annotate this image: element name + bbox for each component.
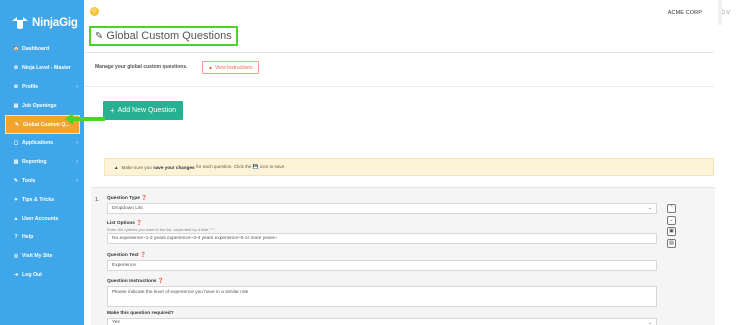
chevron-left-icon: ‹ bbox=[76, 83, 78, 90]
question-type-select[interactable]: Dropdown List ⌄ bbox=[107, 203, 657, 214]
list-options-hint: Enter the options you want in the list, … bbox=[107, 227, 216, 232]
delete-icon[interactable]: ▤ bbox=[667, 238, 676, 248]
sidebar-item-icon: ✎ bbox=[13, 177, 19, 184]
notification-icon[interactable]: ☺ bbox=[90, 7, 99, 16]
warning-icon: ▲ bbox=[208, 64, 213, 71]
warning-icon: ▲ bbox=[114, 164, 119, 170]
question-actions: ⌃ ⌄ ▣ ▤ bbox=[667, 204, 677, 250]
list-options-label: List Options ❓ bbox=[107, 221, 143, 226]
sidebar-item-log-out[interactable]: ⇥ Log Out bbox=[0, 266, 84, 285]
chevron-left-icon: ‹ bbox=[76, 158, 78, 165]
question-type-label: Question Type ❓ bbox=[107, 196, 148, 201]
save-icon[interactable]: ▣ bbox=[667, 227, 676, 236]
sidebar-item-label: Visit My Site bbox=[22, 253, 53, 260]
required-label: Make this question required? bbox=[107, 311, 174, 316]
sidebar-item-icon: ▥ bbox=[13, 159, 19, 166]
page-title: Global Custom Questions bbox=[106, 30, 232, 42]
sidebar-item-label: Profile bbox=[22, 83, 39, 90]
sidebar-item-tools[interactable]: ✎ Tools ‹ bbox=[0, 172, 84, 191]
chevron-down-icon: ⌄ bbox=[647, 320, 652, 325]
brand-logo[interactable]: NinjaGig bbox=[10, 13, 78, 33]
sidebar-item-reporting[interactable]: ▥ Reporting ‹ bbox=[0, 153, 84, 172]
sidebar-item-user-accounts[interactable]: ▲ User Accounts bbox=[0, 209, 84, 228]
ninja-logo-icon bbox=[12, 17, 28, 29]
question-instructions-value: Please indicate the level of experience … bbox=[112, 290, 249, 295]
question-instructions-label: Question Instructions ❓ bbox=[107, 279, 164, 284]
sidebar-item-icon: ◎ bbox=[13, 253, 19, 260]
sidebar-item-label: User Accounts bbox=[22, 215, 59, 222]
green-arrow-annotation bbox=[65, 113, 105, 125]
sidebar-item-icon: ⇥ bbox=[13, 271, 19, 278]
sidebar-item-label: Job Openings bbox=[22, 102, 57, 109]
chevron-down-icon: ⌄ bbox=[647, 205, 652, 211]
view-instructions-label: View Instructions bbox=[214, 64, 253, 71]
add-new-question-label: Add New Question bbox=[117, 107, 177, 114]
company-name[interactable]: ACME CORP bbox=[668, 10, 702, 16]
sidebar-item-label: Reporting bbox=[22, 159, 47, 166]
question-number: 1. bbox=[95, 197, 100, 203]
app-window: NinjaGig 🏠 Dashboard ⚙ Ninja Level - Master… bbox=[0, 0, 736, 325]
view-instructions-button[interactable]: ▲ View Instructions bbox=[202, 61, 259, 74]
sidebar-item-label: Applications bbox=[22, 140, 54, 147]
question-text-value: Experience bbox=[112, 263, 136, 268]
chevron-left-icon: ‹ bbox=[76, 139, 78, 146]
sidebar-item-profile[interactable]: ⚙ Profile ‹ bbox=[0, 78, 84, 97]
list-options-value: No experience~1-2 years experience~3-4 y… bbox=[112, 236, 278, 241]
sidebar-item-label: Tips & Tricks bbox=[22, 196, 55, 203]
sidebar: NinjaGig 🏠 Dashboard ⚙ Ninja Level - Master… bbox=[0, 0, 84, 325]
page-title-box: ✎ Global Custom Questions bbox=[89, 26, 238, 46]
sidebar-item-icon: ⚙ bbox=[13, 65, 19, 72]
question-text-label: Question Text ❓ bbox=[107, 253, 146, 258]
chevron-left-icon: ‹ bbox=[76, 177, 78, 184]
plus-icon: + bbox=[109, 106, 115, 115]
edit-icon: ✎ bbox=[95, 30, 104, 42]
sidebar-item-ninja-level-master[interactable]: ⚙ Ninja Level - Master bbox=[0, 59, 84, 78]
required-select[interactable]: Yes ⌄ bbox=[107, 318, 657, 325]
sidebar-item-label: Global Custom Q... bbox=[23, 121, 70, 128]
main-content: ✎ Global Custom Questions Manage your gl… bbox=[84, 25, 736, 325]
sidebar-item-tips-tricks[interactable]: ✦ Tips & Tricks bbox=[0, 190, 84, 209]
sidebar-item-label: Ninja Level - Master bbox=[22, 65, 71, 72]
alert-suffix: for each question. Click the 💾 icon to s… bbox=[196, 164, 286, 169]
list-options-input[interactable]: No experience~1-2 years experience~3-4 y… bbox=[107, 233, 657, 244]
sidebar-item-visit-my-site[interactable]: ◎ Visit My Site bbox=[0, 247, 84, 266]
sidebar-item-dashboard[interactable]: 🏠 Dashboard bbox=[0, 40, 84, 59]
sidebar-item-label: Tools bbox=[22, 177, 36, 184]
sidebar-item-label: Log Out bbox=[22, 271, 42, 278]
alert-bold: save your changes bbox=[153, 164, 195, 170]
sidebar-item-applications[interactable]: ▢ Applications ‹ bbox=[0, 134, 84, 153]
sidebar-item-label: Dashboard bbox=[22, 46, 50, 53]
add-new-question-button[interactable]: + Add New Question bbox=[103, 101, 183, 120]
sidebar-item-icon: 🏠 bbox=[13, 46, 20, 53]
sidebar-item-icon: ▢ bbox=[13, 140, 19, 147]
move-down-icon[interactable]: ⌄ bbox=[667, 215, 676, 225]
sidebar-nav: 🏠 Dashboard ⚙ Ninja Level - Master ⚙ Profile ‹… bbox=[0, 40, 84, 284]
sidebar-item-icon: ⚙ bbox=[13, 83, 19, 90]
question-panel: 1. Question Type ❓ Dropdown List ⌄ List … bbox=[91, 187, 715, 325]
save-reminder-alert: ▲ Make sure you save your changes for ea… bbox=[104, 158, 714, 176]
alert-prefix: Make sure you bbox=[121, 164, 152, 170]
sidebar-item-help[interactable]: ? Help bbox=[0, 228, 84, 247]
divider bbox=[84, 52, 714, 53]
sidebar-item-icon: ? bbox=[14, 234, 18, 241]
sidebar-item-label: Help bbox=[22, 234, 34, 241]
brand-name: NinjaGig bbox=[32, 17, 78, 29]
top-bar: ☺ ACME CORP ⏻ V bbox=[84, 0, 736, 25]
sidebar-item-icon: ✎ bbox=[14, 121, 20, 128]
move-up-icon[interactable]: ⌃ bbox=[667, 204, 676, 213]
question-text-input[interactable]: Experience bbox=[107, 260, 657, 271]
sidebar-item-icon: ✦ bbox=[13, 196, 19, 203]
divider bbox=[84, 86, 714, 87]
required-value: Yes bbox=[112, 320, 120, 325]
page-description: Manage your global custom questions. bbox=[95, 64, 188, 70]
question-type-value: Dropdown List bbox=[112, 206, 143, 211]
sidebar-item-icon: ▤ bbox=[13, 102, 19, 109]
sidebar-item-icon: ▲ bbox=[13, 215, 19, 222]
question-instructions-textarea[interactable]: Please indicate the level of experience … bbox=[107, 286, 657, 307]
